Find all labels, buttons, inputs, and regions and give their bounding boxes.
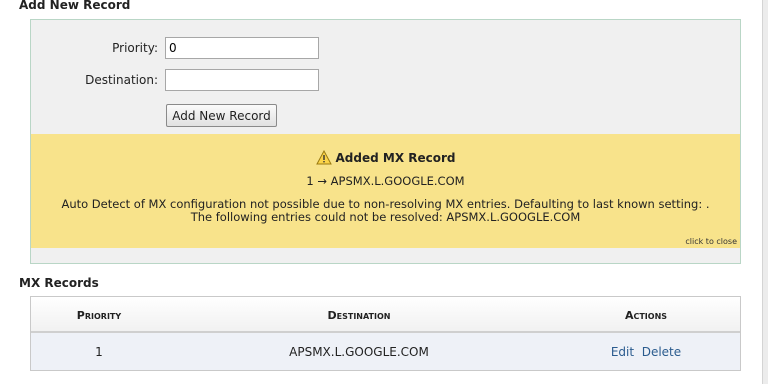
notice-box: Added MX Record 1 → APSMX.L.GOOGLE.COM A… (31, 134, 740, 248)
notice-title: Added MX Record (31, 150, 740, 165)
destination-input[interactable] (165, 69, 319, 91)
notice-result-line: 1 → APSMX.L.GOOGLE.COM (306, 174, 465, 188)
column-header-destination: Destination (327, 309, 391, 322)
add-new-record-button[interactable]: Add New Record (166, 104, 277, 127)
notice-message-line1: Auto Detect of MX configuration not poss… (61, 197, 710, 211)
click-to-close-link[interactable]: click to close (685, 237, 737, 246)
column-header-priority: Priority (76, 309, 122, 322)
destination-label: Destination: (85, 73, 158, 87)
row-destination: APSMX.L.GOOGLE.COM (289, 345, 429, 359)
add-record-section-title: Add New Record (19, 0, 131, 12)
mx-records-section-title: MX Records (19, 276, 99, 290)
mx-records-table: Priority Destination Actions 1 APSMX.L.G… (30, 296, 741, 371)
column-header-actions: Actions (624, 309, 668, 322)
table-header-row: Priority Destination Actions (31, 297, 740, 333)
notice-message-line2: The following entries could not be resol… (190, 210, 581, 224)
vertical-scrollbar[interactable] (762, 0, 768, 384)
add-record-form: Priority: Destination: Add New Record Ad… (30, 19, 741, 264)
notice-title-text: Added MX Record (335, 150, 456, 165)
warning-icon (315, 150, 332, 165)
row-priority: 1 (95, 345, 103, 359)
row-actions: Edit Delete (596, 345, 696, 359)
edit-link[interactable]: Edit (611, 345, 634, 359)
delete-link[interactable]: Delete (642, 345, 681, 359)
table-row: 1 APSMX.L.GOOGLE.COM Edit Delete (31, 333, 740, 370)
priority-label: Priority: (112, 41, 158, 55)
priority-input[interactable] (165, 37, 319, 59)
